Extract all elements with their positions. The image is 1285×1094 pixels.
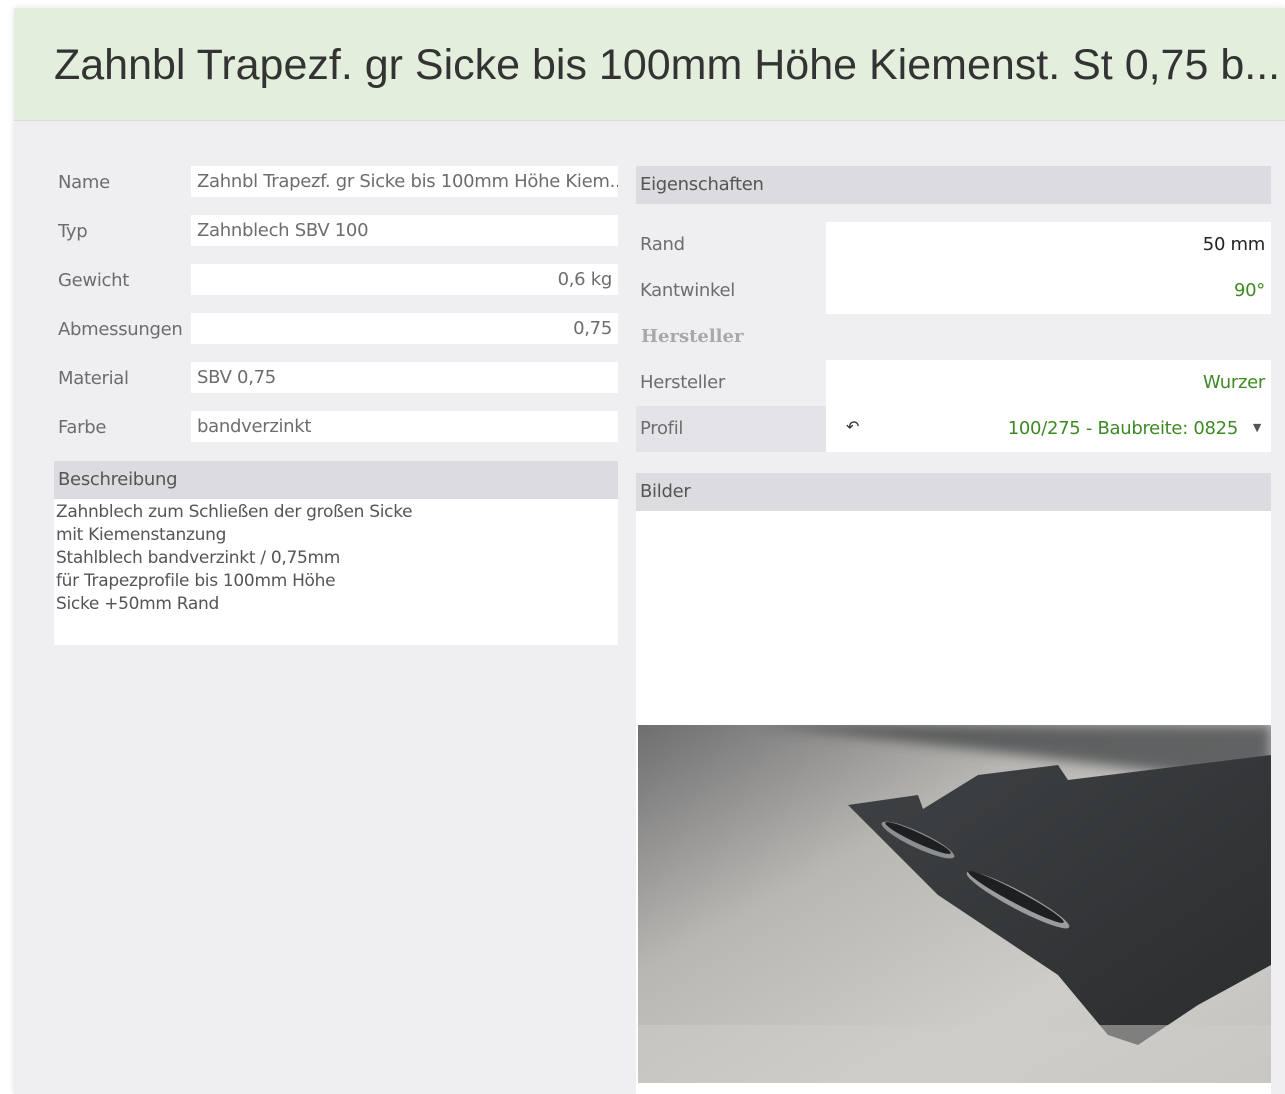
profil-value: 100/275 - Baubreite: 0825 [1007,418,1239,439]
profil-label: Profil [640,418,684,439]
eigenschaften-header: Eigenschaften [636,166,1271,204]
typ-field[interactable]: Zahnblech SBV 100 [191,215,618,246]
material-label: Material [58,368,129,389]
material-field[interactable]: SBV 0,75 [191,362,618,393]
rand-value[interactable]: 50 mm [826,222,1271,268]
kantwinkel-value[interactable]: 90° [826,268,1271,314]
name-field[interactable]: Zahnbl Trapezf. gr Sicke bis 100mm Höhe … [191,166,618,197]
beschreibung-line: für Trapezprofile bis 100mm Höhe [56,571,336,591]
bilder-header: Bilder [636,473,1271,511]
kantwinkel-label: Kantwinkel [640,280,735,301]
rand-label: Rand [640,234,685,255]
abmessungen-label: Abmessungen [58,319,183,340]
hersteller-value[interactable]: Wurzer [826,360,1271,406]
abmessungen-field[interactable]: 0,75 [191,313,618,344]
gewicht-field[interactable]: 0,6 kg [191,264,618,295]
undo-icon[interactable]: ↶ [846,417,859,436]
farbe-label: Farbe [58,417,107,438]
farbe-field[interactable]: bandverzinkt [191,411,618,442]
hersteller-subheading: Hersteller [641,326,744,347]
product-detail-window: Zahnbl Trapezf. gr Sicke bis 100mm Höhe … [14,8,1285,1094]
dropdown-arrow-icon[interactable]: ▼ [1253,406,1261,450]
hersteller-label: Hersteller [640,372,725,393]
beschreibung-line: Zahnblech zum Schließen der großen Sicke [56,502,413,522]
gewicht-label: Gewicht [58,270,130,291]
beschreibung-textarea[interactable]: Zahnblech zum Schließen der großen Sicke… [54,499,618,645]
profil-dropdown[interactable]: ↶ 100/275 - Baubreite: 0825 ▼ [826,406,1271,452]
product-photo[interactable] [638,725,1271,1083]
beschreibung-line: Stahlblech bandverzinkt / 0,75mm [56,548,340,568]
beschreibung-header: Beschreibung [54,461,618,499]
beschreibung-line: mit Kiemenstanzung [56,525,227,545]
name-label: Name [58,172,110,193]
bilder-panel [636,511,1271,1094]
page-title: Zahnbl Trapezf. gr Sicke bis 100mm Höhe … [54,41,1281,89]
title-bar: Zahnbl Trapezf. gr Sicke bis 100mm Höhe … [14,8,1285,121]
typ-label: Typ [58,221,88,242]
beschreibung-line: Sicke +50mm Rand [56,594,219,614]
